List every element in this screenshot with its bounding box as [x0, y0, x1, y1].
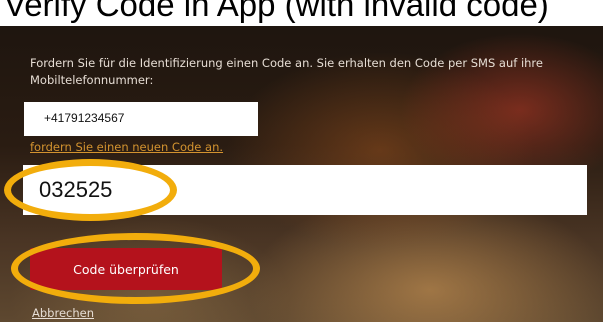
- phone-number-value: +41791234567: [44, 111, 125, 125]
- instructions-text: Fordern Sie für die Identifizierung eine…: [30, 56, 543, 87]
- cancel-link[interactable]: Abbrechen: [32, 306, 94, 320]
- request-new-code-link[interactable]: fordern Sie einen neuen Code an.: [30, 140, 223, 154]
- phone-number-field: +41791234567: [24, 102, 258, 136]
- login-verification-screen: Verify Code in App (with invalid code) F…: [0, 0, 603, 322]
- verify-code-button[interactable]: Code überprüfen: [30, 248, 222, 290]
- caption-text: Verify Code in App (with invalid code): [4, 0, 549, 23]
- caption-bar: Verify Code in App (with invalid code): [0, 0, 603, 26]
- code-input[interactable]: [23, 165, 587, 215]
